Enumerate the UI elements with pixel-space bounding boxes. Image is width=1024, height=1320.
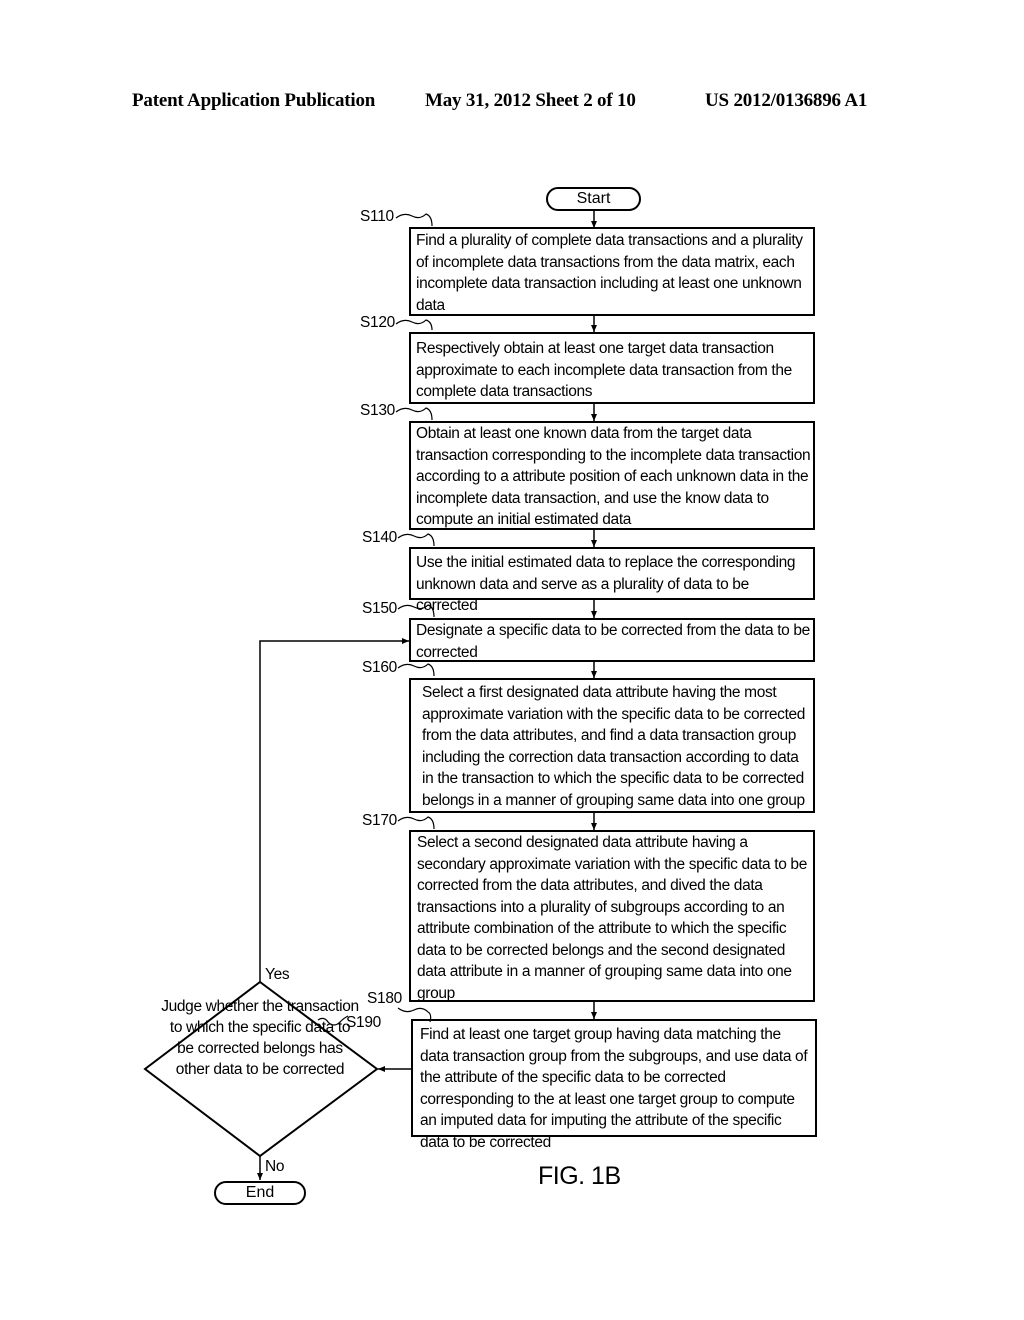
step-box-s160: Select a first designated data attribute… [409, 678, 815, 813]
end-terminal: End [214, 1181, 306, 1205]
no-label: No [265, 1158, 285, 1175]
step-label-s110: S110 [360, 208, 394, 225]
leader-s140 [397, 533, 435, 547]
decision-text: Judge whether the transaction to which t… [161, 998, 359, 1078]
step-label-s180: S180 [367, 990, 402, 1007]
leader-s120 [395, 319, 433, 331]
step-label-s150: S150 [362, 600, 397, 617]
start-terminal: Start [546, 187, 641, 211]
leader-s160 [397, 663, 435, 677]
step-box-s110: Find a plurality of complete data transa… [409, 227, 815, 316]
step-box-s120: Respectively obtain at least one target … [409, 332, 815, 404]
leader-s170 [397, 816, 435, 830]
step-label-s130: S130 [360, 402, 395, 419]
step-label-s120: S120 [360, 314, 395, 331]
step-box-s130: Obtain at least one known data from the … [409, 421, 815, 530]
step-box-s140: Use the initial estimated data to replac… [409, 547, 815, 614]
step-box-s180: Find at least one target group having da… [411, 1019, 817, 1151]
step-box-s170: Select a second designated data attribut… [409, 830, 815, 1002]
step-label-s170: S170 [362, 812, 397, 829]
figure-label: FIG. 1B [538, 1162, 621, 1190]
step-box-s150: Designate a specific data to be correcte… [409, 618, 815, 662]
step-label-s140: S140 [362, 529, 397, 546]
yes-label: Yes [265, 966, 290, 983]
leader-s130 [395, 407, 433, 421]
step-label-s160: S160 [362, 659, 397, 676]
leader-s110 [395, 213, 433, 227]
